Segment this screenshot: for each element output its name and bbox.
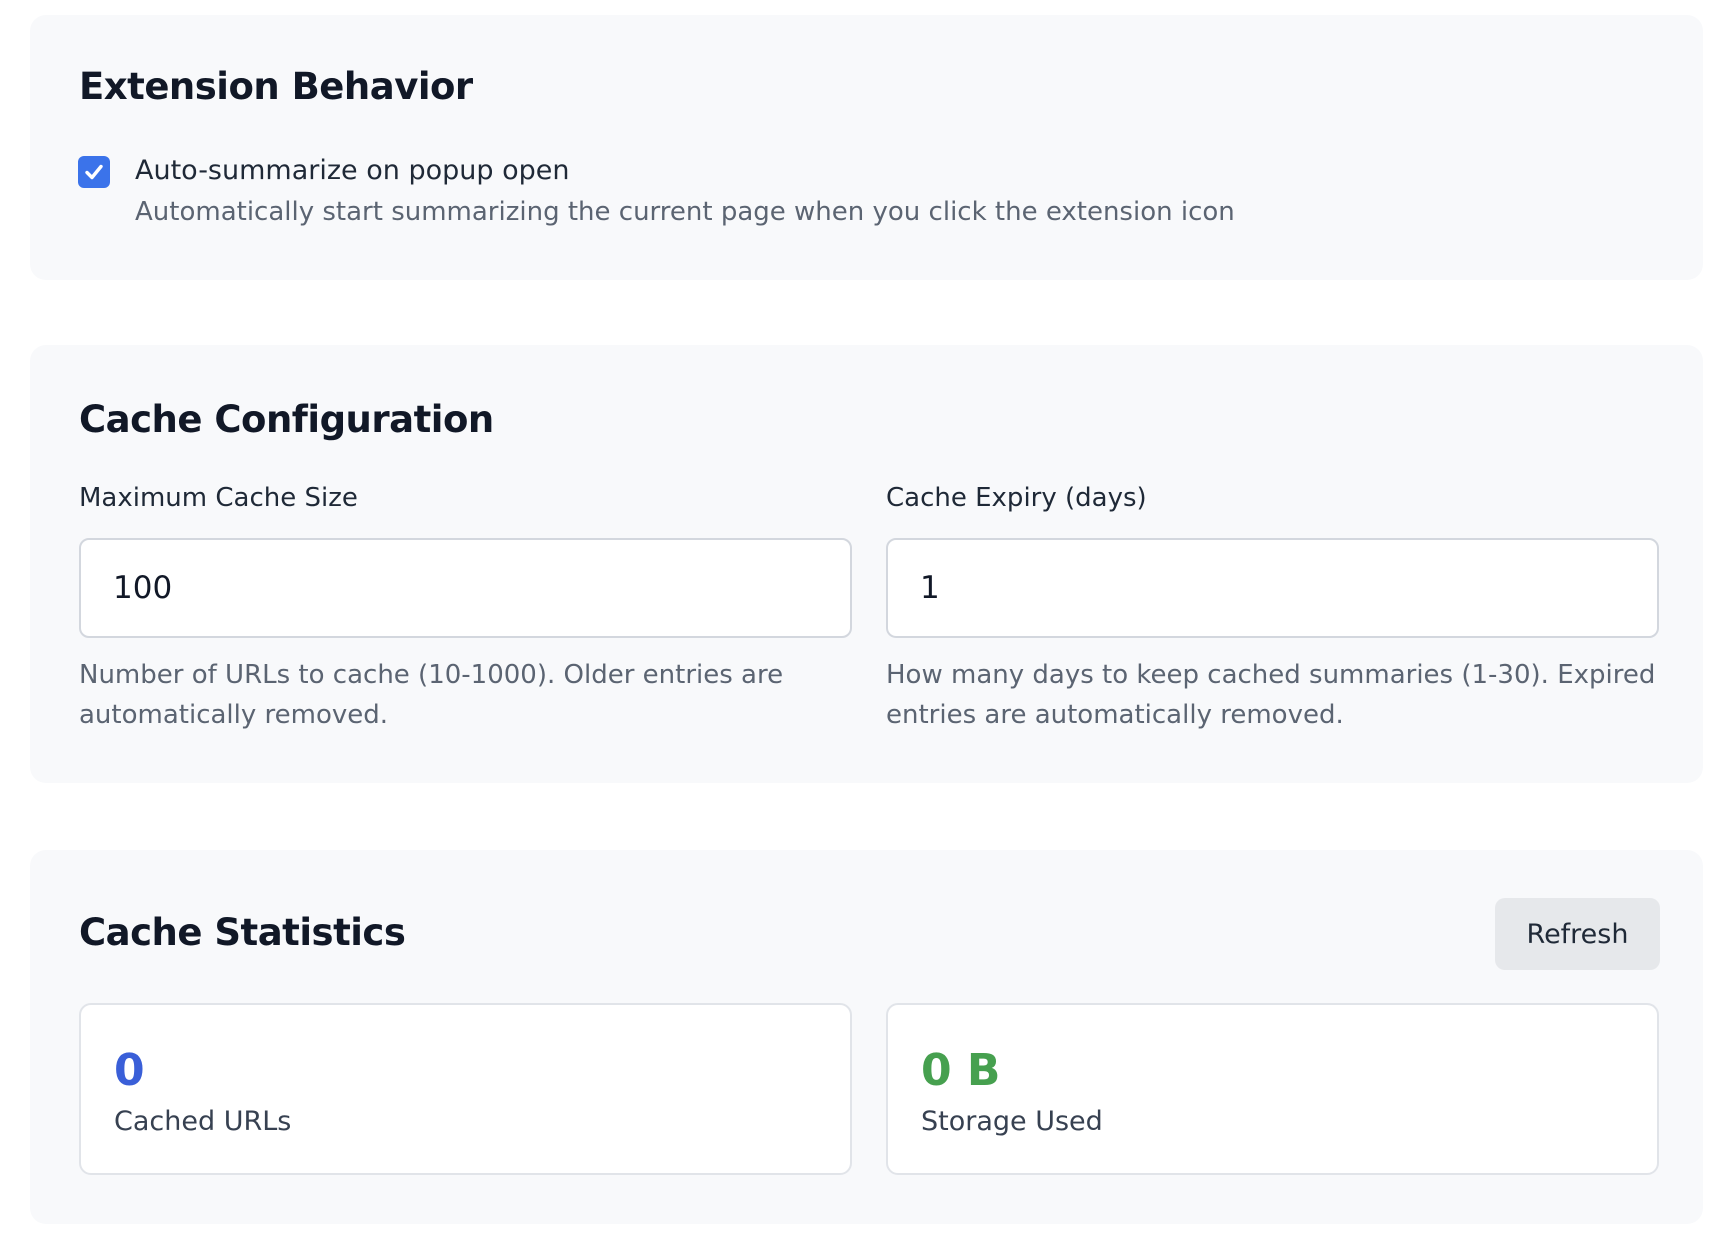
auto-summarize-description: Automatically start summarizing the curr… (135, 197, 1235, 227)
max-cache-size-help: Number of URLs to cache (10-1000). Older… (79, 660, 784, 730)
storage-used-value: 0 B (921, 1045, 1001, 1096)
storage-used-card: 0 B Storage Used (886, 1003, 1659, 1175)
storage-used-label: Storage Used (921, 1106, 1103, 1137)
auto-summarize-label[interactable]: Auto-summarize on popup open (135, 155, 569, 186)
cached-urls-value: 0 (114, 1045, 145, 1096)
cache-statistics-section: Cache Statistics Refresh 0 Cached URLs 0… (30, 850, 1703, 1224)
cache-configuration-title: Cache Configuration (79, 398, 494, 441)
checkmark-icon (85, 164, 103, 180)
cached-urls-label: Cached URLs (114, 1106, 292, 1137)
auto-summarize-checkbox[interactable] (78, 156, 110, 188)
cached-urls-card: 0 Cached URLs (79, 1003, 852, 1175)
refresh-button[interactable]: Refresh (1495, 898, 1660, 970)
cache-expiry-input[interactable] (886, 538, 1659, 638)
cache-statistics-title: Cache Statistics (79, 911, 406, 954)
cache-expiry-label: Cache Expiry (days) (886, 483, 1147, 513)
extension-behavior-title: Extension Behavior (79, 65, 473, 108)
max-cache-size-input[interactable] (79, 538, 852, 638)
extension-behavior-section: Extension Behavior Auto-summarize on pop… (30, 15, 1703, 280)
max-cache-size-label: Maximum Cache Size (79, 483, 358, 513)
cache-expiry-help: How many days to keep cached summaries (… (886, 660, 1656, 730)
cache-configuration-section: Cache Configuration Maximum Cache Size N… (30, 345, 1703, 783)
